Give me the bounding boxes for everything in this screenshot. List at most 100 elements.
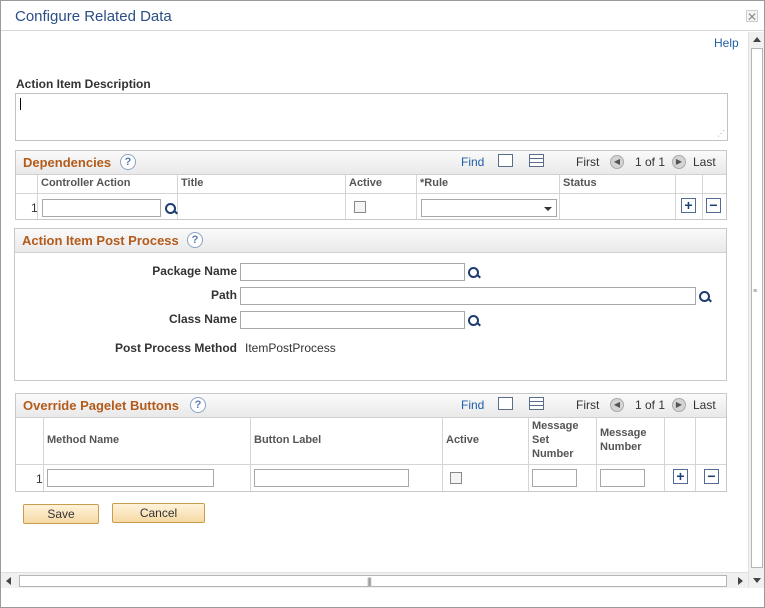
action-item-description-label: Action Item Description xyxy=(16,77,151,91)
row-divider xyxy=(16,193,726,194)
col-divider xyxy=(675,175,676,219)
col-divider xyxy=(442,418,443,491)
download-grid-icon[interactable] xyxy=(529,154,544,167)
scroll-grip-icon: ≡ xyxy=(753,288,758,295)
path-input[interactable] xyxy=(240,287,696,305)
row-range: 1 of 1 xyxy=(635,155,666,169)
chevron-down-icon xyxy=(544,207,552,211)
col-active: Active xyxy=(446,434,480,446)
help-question-icon[interactable]: ? xyxy=(187,232,203,248)
row-divider xyxy=(16,464,726,465)
scroll-down-icon[interactable] xyxy=(753,578,761,583)
override-title: Override Pagelet Buttons xyxy=(23,398,180,413)
lookup-search-icon[interactable] xyxy=(164,202,178,216)
col-status: Status xyxy=(563,177,597,189)
col-active: Active xyxy=(349,177,383,189)
previous-row-icon[interactable]: ◀ xyxy=(610,155,624,169)
col-message-set-line1: Message xyxy=(532,420,579,432)
post-process-header: Action Item Post Process ? xyxy=(15,229,726,253)
dialog-titlebar: Configure Related Data ✕ xyxy=(1,1,764,31)
action-item-description-textarea[interactable]: ⋰ xyxy=(15,93,728,141)
col-message-set-line2: Set xyxy=(532,434,550,446)
method-name-input[interactable] xyxy=(47,469,214,487)
next-row-icon[interactable]: ▶ xyxy=(672,398,686,412)
scroll-left-icon[interactable] xyxy=(6,577,11,585)
row-range: 1 of 1 xyxy=(635,398,666,412)
help-link[interactable]: Help xyxy=(714,36,739,50)
post-process-method-label: Post Process Method xyxy=(114,341,237,355)
col-divider xyxy=(43,418,44,491)
first-label: First xyxy=(576,155,600,169)
message-set-number-input[interactable] xyxy=(532,469,577,487)
col-method-name: Method Name xyxy=(47,434,120,446)
post-process-group: Action Item Post Process ? Package Name … xyxy=(14,228,727,381)
class-name-input[interactable] xyxy=(240,311,465,329)
col-divider xyxy=(345,175,346,219)
col-rule: *Rule xyxy=(420,177,449,189)
dependencies-grid: Dependencies ? Find First ◀ 1 of 1 ▶ Las… xyxy=(15,150,727,220)
find-link[interactable]: Find xyxy=(461,155,484,169)
dialog-title: Configure Related Data xyxy=(15,8,172,25)
col-controller-action: Controller Action xyxy=(41,177,131,189)
controller-action-input[interactable] xyxy=(42,199,161,217)
row-number: 1 xyxy=(36,472,43,486)
help-question-icon[interactable]: ? xyxy=(190,397,206,413)
button-label-input[interactable] xyxy=(254,469,409,487)
find-link[interactable]: Find xyxy=(461,398,484,412)
post-process-method-value: ItemPostProcess xyxy=(245,341,336,355)
class-name-label: Class Name xyxy=(168,312,237,326)
post-process-title: Action Item Post Process xyxy=(22,233,179,248)
col-button-label: Button Label xyxy=(254,434,322,446)
delete-row-icon[interactable]: − xyxy=(706,198,721,213)
col-divider xyxy=(559,175,560,219)
vertical-scroll-thumb[interactable] xyxy=(751,48,763,568)
resize-grip-icon[interactable]: ⋰ xyxy=(717,130,725,138)
col-title: Title xyxy=(181,177,204,189)
next-row-icon[interactable]: ▶ xyxy=(672,155,686,169)
package-name-input[interactable] xyxy=(240,263,465,281)
col-divider xyxy=(528,418,529,491)
view-all-icon[interactable] xyxy=(498,397,513,410)
vertical-scrollbar[interactable]: ≡ xyxy=(748,32,764,588)
col-divider xyxy=(416,175,417,219)
lookup-search-icon[interactable] xyxy=(467,266,481,280)
col-message-number-line1: Message xyxy=(600,427,647,439)
override-grid-header: Override Pagelet Buttons ? Find First ◀ … xyxy=(16,394,726,418)
previous-row-icon[interactable]: ◀ xyxy=(610,398,624,412)
delete-row-icon[interactable]: − xyxy=(704,469,719,484)
col-divider xyxy=(702,175,703,219)
active-checkbox[interactable] xyxy=(354,201,366,213)
scroll-right-icon[interactable] xyxy=(738,577,743,585)
scroll-up-icon[interactable] xyxy=(753,37,761,42)
scroll-grip-icon: ||| xyxy=(367,576,372,586)
text-caret xyxy=(20,98,21,110)
dependencies-grid-header: Dependencies ? Find First ◀ 1 of 1 ▶ Las… xyxy=(16,151,726,175)
download-grid-icon[interactable] xyxy=(529,397,544,410)
close-icon[interactable]: ✕ xyxy=(746,10,758,23)
help-question-icon[interactable]: ? xyxy=(120,154,136,170)
col-divider xyxy=(250,418,251,491)
col-message-number-line2: Number xyxy=(600,441,642,453)
horizontal-scroll-thumb[interactable] xyxy=(19,575,727,587)
override-pagelet-buttons-grid: Override Pagelet Buttons ? Find First ◀ … xyxy=(15,393,727,492)
configure-related-data-dialog: Configure Related Data ✕ Help Action Ite… xyxy=(0,0,765,608)
horizontal-scrollbar[interactable]: ||| xyxy=(1,572,748,588)
col-message-set-line3: Number xyxy=(532,448,574,460)
message-number-input[interactable] xyxy=(600,469,645,487)
last-label: Last xyxy=(693,398,716,412)
col-divider xyxy=(695,418,696,491)
lookup-search-icon[interactable] xyxy=(698,290,712,304)
view-all-icon[interactable] xyxy=(498,154,513,167)
last-label: Last xyxy=(693,155,716,169)
rule-select[interactable] xyxy=(421,199,557,217)
cancel-button[interactable]: Cancel xyxy=(112,503,205,523)
add-row-icon[interactable]: + xyxy=(681,198,696,213)
package-name-label: Package Name xyxy=(152,264,237,278)
add-row-icon[interactable]: + xyxy=(673,469,688,484)
lookup-search-icon[interactable] xyxy=(467,314,481,328)
row-number: 1 xyxy=(31,201,38,215)
col-divider xyxy=(664,418,665,491)
save-button[interactable]: Save xyxy=(23,504,99,524)
active-checkbox[interactable] xyxy=(450,472,462,484)
first-label: First xyxy=(576,398,600,412)
